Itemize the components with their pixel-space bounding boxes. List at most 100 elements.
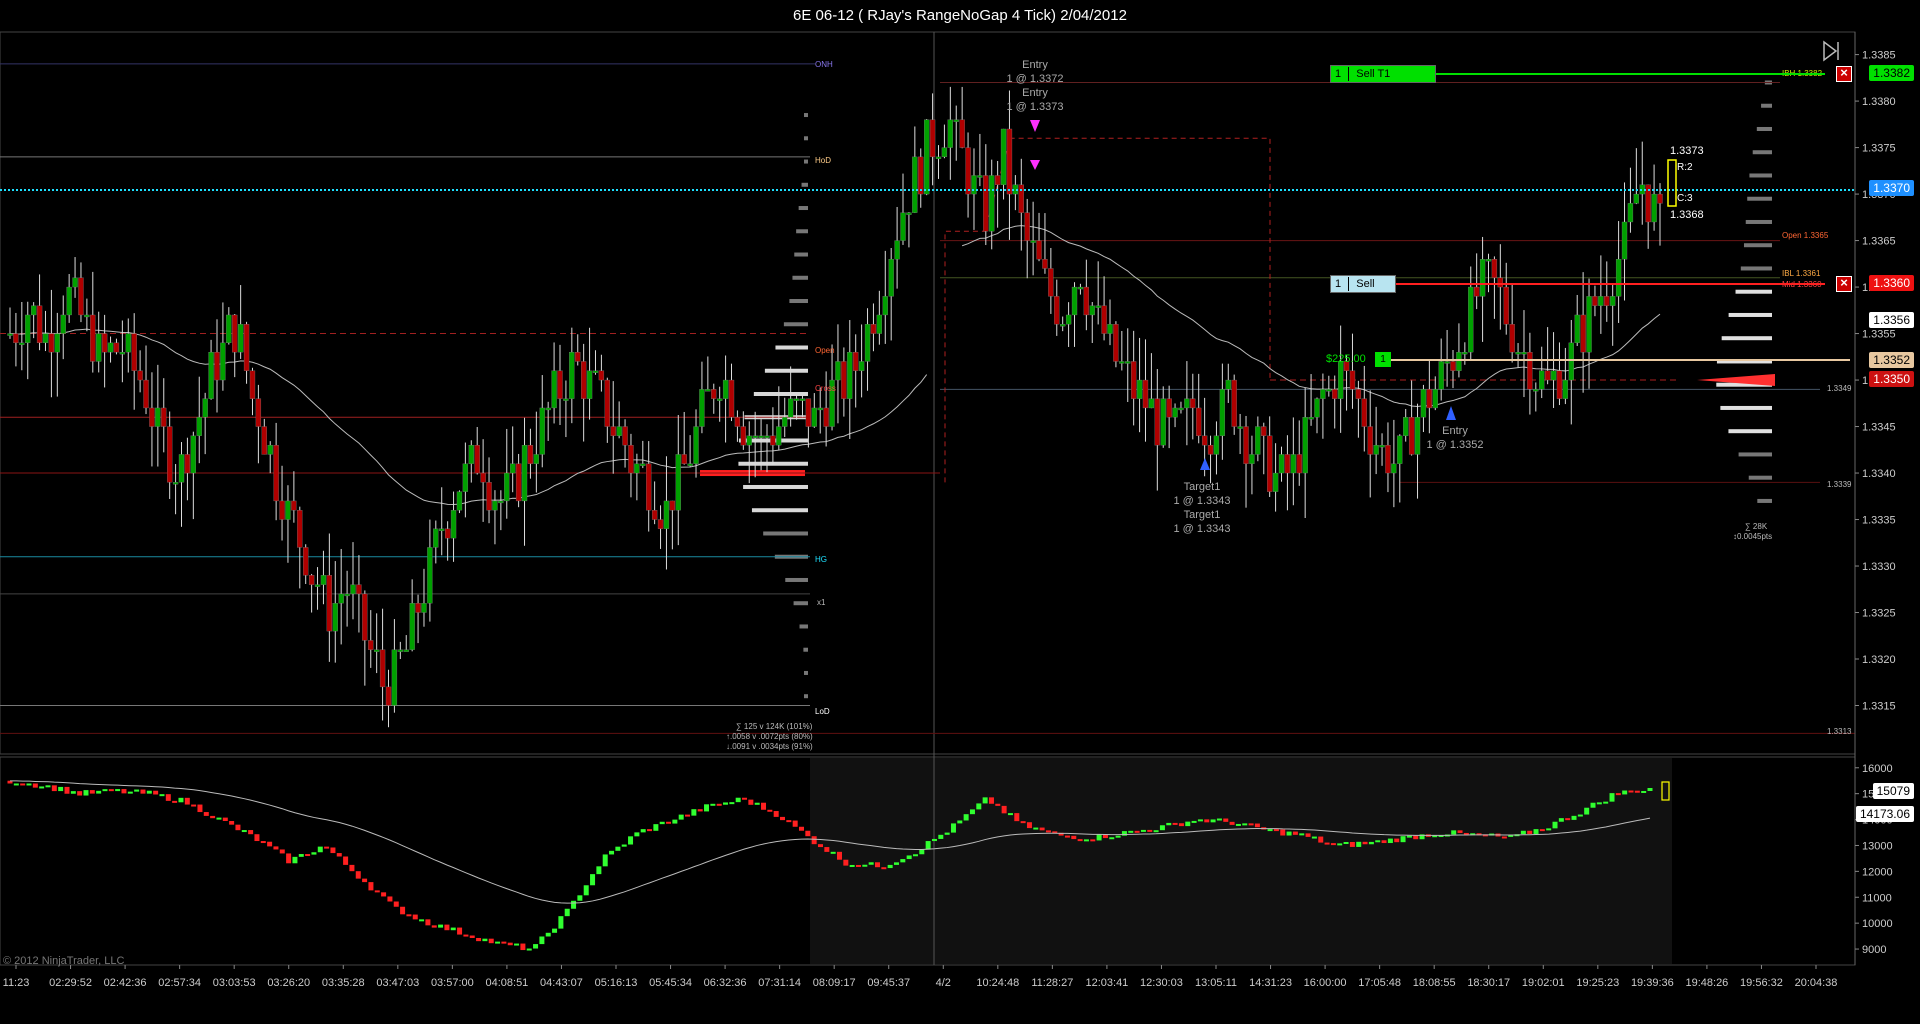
candle-body xyxy=(60,314,66,334)
candle-body xyxy=(545,407,551,411)
indicator-bar xyxy=(1318,836,1324,843)
indicator-bar xyxy=(545,932,551,937)
indicator-bar xyxy=(482,938,488,942)
candle-body xyxy=(1544,370,1551,381)
candle-body xyxy=(1509,324,1515,353)
indicator-bar xyxy=(140,789,146,794)
sell-s1-order[interactable]: 1 Sell S1 xyxy=(1330,275,1396,306)
indicator-bar xyxy=(944,832,950,835)
indicator-bar xyxy=(868,862,874,865)
indicator-bar xyxy=(950,823,956,833)
candle-body xyxy=(1515,352,1521,355)
indicator-bar xyxy=(976,803,982,810)
candle-body xyxy=(1142,379,1149,409)
indicator-bar xyxy=(1191,820,1197,823)
sell-t1-qty: 1 xyxy=(1335,68,1342,80)
indicator-bar xyxy=(1501,836,1507,839)
candle-body xyxy=(261,426,267,455)
indicator-bar xyxy=(1033,827,1039,830)
indicator-bar xyxy=(298,854,304,857)
indicator-bar xyxy=(716,803,722,806)
indicator-bar xyxy=(115,789,121,792)
chart-canvas[interactable]: 1.3385 1.3380 1.3375 1.3370 1.3365 1.3360 1.33… xyxy=(0,0,1920,1024)
candle-body xyxy=(912,156,918,213)
sell-t1-order[interactable]: 1 Sell T1 xyxy=(1330,65,1436,83)
candle-body xyxy=(1651,193,1657,223)
candle-body xyxy=(1290,454,1296,474)
indicator-bar xyxy=(1539,829,1545,832)
candle-body xyxy=(722,379,729,399)
candle-body xyxy=(167,426,173,483)
candle-body xyxy=(740,426,746,446)
candle-body xyxy=(1219,389,1226,436)
close-order-t1-button[interactable]: × xyxy=(1836,66,1852,82)
indicator-bar xyxy=(1634,790,1640,793)
candle-body xyxy=(770,435,776,446)
entry-arrow-2 xyxy=(1030,160,1040,170)
candle-body xyxy=(604,379,610,427)
position-qty[interactable]: 1 xyxy=(1375,352,1391,367)
candle-body xyxy=(616,426,622,436)
indicator-bar xyxy=(1109,837,1115,840)
indicator-bar xyxy=(1280,829,1286,836)
indicator-bar xyxy=(39,786,45,789)
price-1313-label: 1.3313 xyxy=(1827,727,1852,736)
candle-body xyxy=(527,444,534,464)
indicator-bar xyxy=(836,851,842,860)
candle-body xyxy=(196,417,202,436)
indicator-bar xyxy=(780,816,786,821)
candle-body xyxy=(1054,296,1060,325)
indicator-bar xyxy=(666,821,672,824)
range-high: 1.3373 xyxy=(1670,145,1704,157)
candle-body xyxy=(817,407,823,411)
profile-bar-left xyxy=(783,322,808,327)
entry-annotation-1: Entry 1 @ 1.3372 Entry 1 @ 1.3373 xyxy=(1000,58,1070,114)
candle-body xyxy=(841,361,847,399)
profile-bar-left xyxy=(804,670,808,675)
indicator-bar xyxy=(672,819,678,824)
candle-body xyxy=(504,472,510,502)
candle-body xyxy=(1391,463,1397,474)
indicator-bar xyxy=(1140,829,1146,832)
candle-body xyxy=(267,444,273,455)
time-tick-2: 02:42:36 xyxy=(104,977,147,989)
indicator-bar xyxy=(533,944,539,949)
profile-bar-right xyxy=(1721,336,1772,341)
indicator-bar xyxy=(362,878,368,883)
candle-body xyxy=(1621,221,1628,260)
candle-body xyxy=(190,435,196,474)
profile-bar-right xyxy=(1745,219,1772,224)
indicator-bar xyxy=(849,864,855,867)
profile-bar-left xyxy=(804,136,808,141)
indicator-bar xyxy=(229,820,235,825)
candle-body xyxy=(1042,259,1048,269)
indicator-bar xyxy=(77,791,83,796)
candle-body xyxy=(628,444,634,474)
candle-body xyxy=(906,212,912,215)
candle-body xyxy=(1633,193,1639,204)
candle-body xyxy=(1089,305,1095,316)
candle-body xyxy=(184,454,191,474)
indicator-bar xyxy=(1197,819,1203,822)
indicator-bar xyxy=(514,943,520,946)
candle-body xyxy=(717,398,723,401)
indicator-bar xyxy=(127,791,133,794)
indicator-bar xyxy=(1565,818,1571,821)
indicator-bar xyxy=(172,800,178,803)
time-tick-27: 18:30:17 xyxy=(1467,977,1510,989)
lod-label: LoD xyxy=(815,707,830,716)
indicator-bar xyxy=(1014,813,1020,822)
indicator-bar xyxy=(1457,830,1463,833)
candle-body xyxy=(101,333,108,353)
candle-body xyxy=(1521,352,1527,355)
candle-body xyxy=(581,361,587,399)
indicator-bar xyxy=(488,938,494,944)
candle-body xyxy=(137,370,143,381)
candle-body xyxy=(811,407,817,427)
target-2-label: Target1 xyxy=(1183,509,1221,521)
candle-body xyxy=(1604,296,1610,306)
indicator-bar xyxy=(792,820,798,827)
candle-body xyxy=(681,454,687,464)
candle-body xyxy=(1231,379,1237,427)
close-order-s1-button[interactable]: × xyxy=(1836,276,1852,292)
